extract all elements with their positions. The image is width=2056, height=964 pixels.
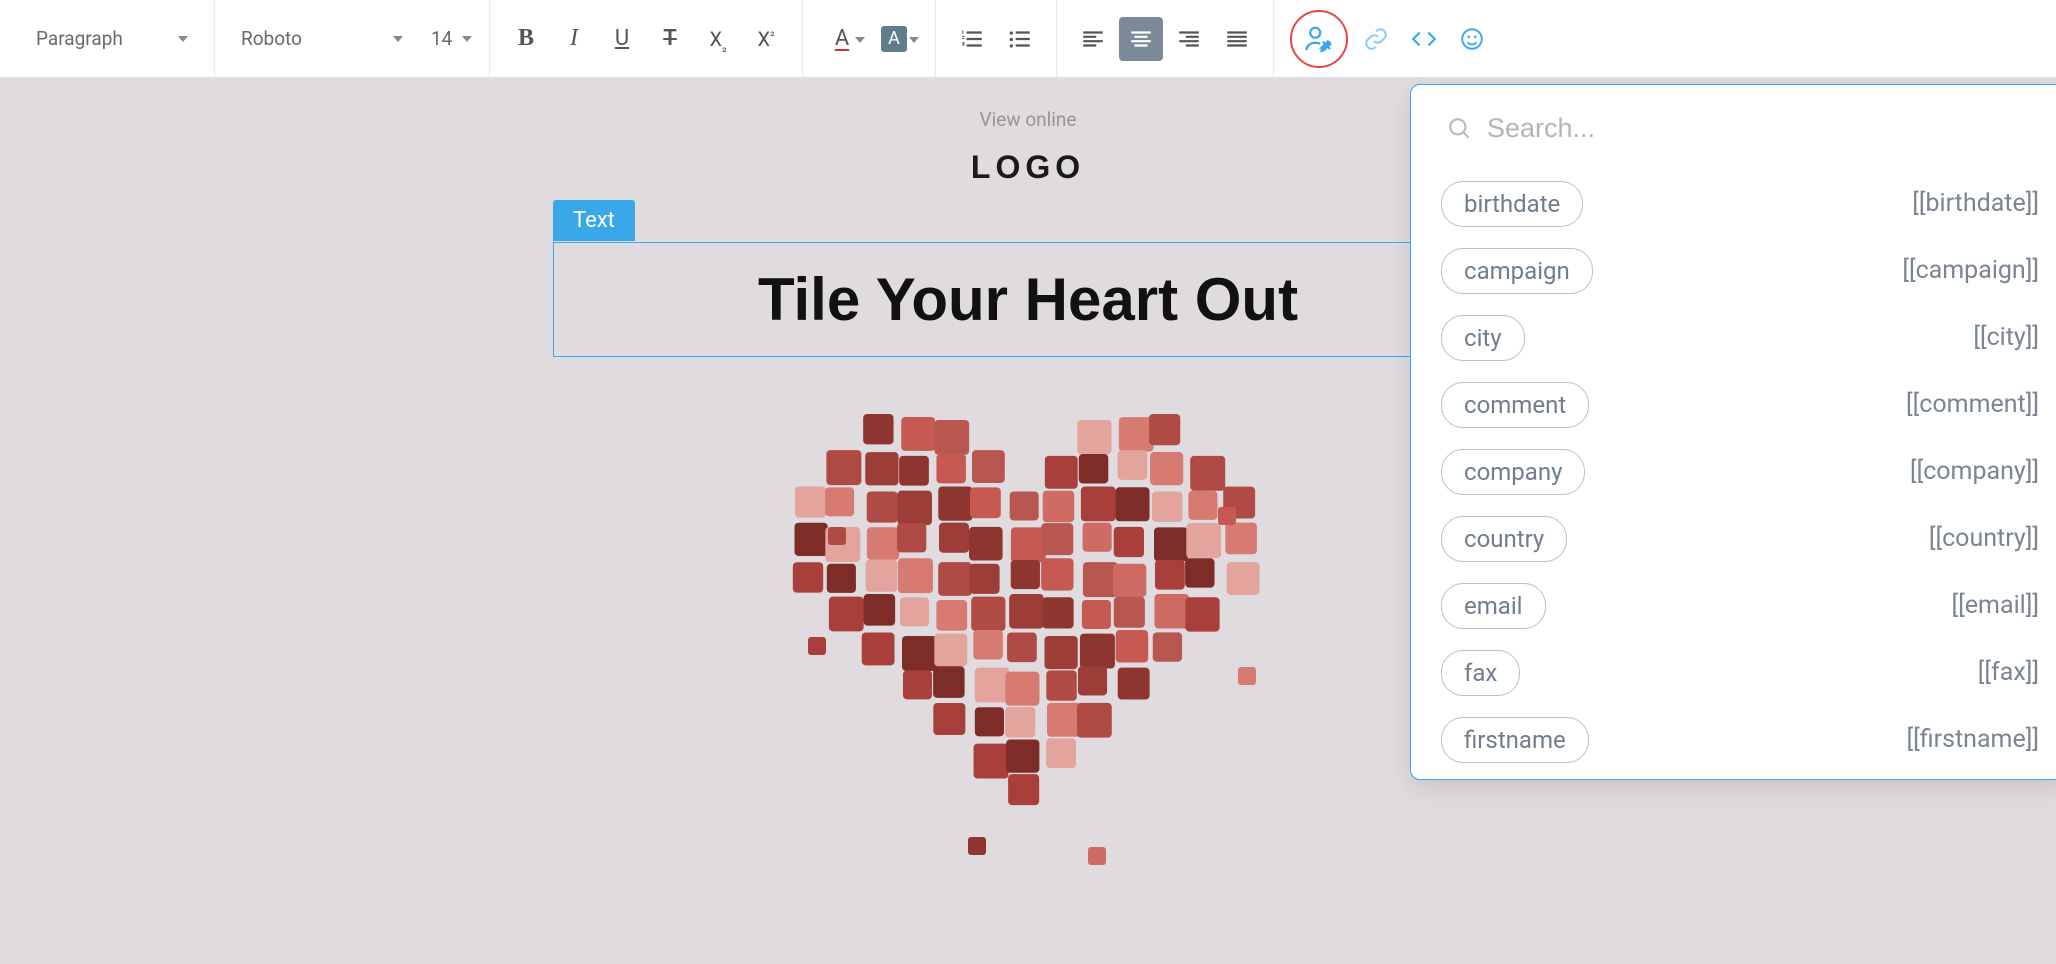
background-color-icon: A bbox=[881, 26, 907, 52]
search-row bbox=[1441, 113, 2039, 144]
font-dropdown[interactable]: Roboto bbox=[227, 17, 417, 61]
strikethrough-button[interactable]: T bbox=[648, 17, 692, 61]
code-button[interactable] bbox=[1402, 17, 1446, 61]
emoji-button[interactable] bbox=[1450, 17, 1494, 61]
attribute-token: [[campaign]] bbox=[1902, 256, 2039, 285]
font-label: Roboto bbox=[241, 27, 302, 50]
text-color-icon: A bbox=[835, 26, 849, 51]
ordered-list-icon bbox=[959, 26, 985, 52]
background-color-button[interactable]: A bbox=[871, 17, 921, 61]
subscript-button[interactable]: X bbox=[696, 17, 740, 61]
attribute-row[interactable]: comment [[comment]] bbox=[1441, 371, 2039, 438]
paragraph-label: Paragraph bbox=[36, 27, 123, 50]
underline-icon: U bbox=[615, 26, 629, 51]
attribute-token: [[country]] bbox=[1929, 524, 2039, 553]
link-button[interactable] bbox=[1354, 17, 1398, 61]
emoji-icon bbox=[1459, 26, 1485, 52]
align-center-icon bbox=[1128, 26, 1154, 52]
attribute-pill[interactable]: company bbox=[1441, 449, 1585, 495]
attribute-row[interactable]: campaign [[campaign]] bbox=[1441, 237, 2039, 304]
personalization-popover: birthdate [[birthdate]] campaign [[campaign… bbox=[1410, 84, 2056, 780]
text-style-group: B I U T X X bbox=[490, 0, 803, 77]
paragraph-dropdown[interactable]: Paragraph bbox=[22, 17, 202, 61]
attribute-row[interactable]: birthdate [[birthdate]] bbox=[1441, 170, 2039, 237]
link-icon bbox=[1363, 26, 1389, 52]
pixel-heart-icon bbox=[768, 407, 1288, 887]
align-justify-button[interactable] bbox=[1215, 17, 1259, 61]
chevron-down-icon bbox=[393, 36, 403, 42]
logo: LOGO bbox=[971, 149, 1085, 186]
attribute-token: [[company]] bbox=[1910, 457, 2039, 486]
italic-icon: I bbox=[570, 25, 578, 52]
text-block[interactable]: Tile Your Heart Out bbox=[553, 242, 1503, 357]
attribute-token: [[comment]] bbox=[1906, 390, 2039, 419]
search-input[interactable] bbox=[1487, 113, 2039, 144]
attribute-token: [[fax]] bbox=[1978, 658, 2039, 687]
font-size-dropdown[interactable]: 14 bbox=[417, 17, 477, 61]
subscript-icon: X bbox=[710, 27, 727, 51]
attribute-token: [[city]] bbox=[1973, 323, 2039, 352]
insert-group bbox=[1274, 0, 1508, 77]
chevron-down-icon bbox=[462, 36, 472, 42]
bold-button[interactable]: B bbox=[504, 17, 548, 61]
align-right-button[interactable] bbox=[1167, 17, 1211, 61]
block-type-tag: Text bbox=[553, 200, 635, 241]
superscript-button[interactable]: X bbox=[744, 17, 788, 61]
attribute-pill[interactable]: email bbox=[1441, 583, 1546, 629]
toolbar: Paragraph Roboto 14 B I U T X X A A bbox=[0, 0, 2056, 78]
chevron-down-icon bbox=[855, 37, 865, 43]
attribute-row[interactable]: company [[company]] bbox=[1441, 438, 2039, 505]
chevron-down-icon bbox=[909, 37, 919, 43]
attribute-token: [[email]] bbox=[1952, 591, 2039, 620]
chevron-down-icon bbox=[178, 36, 188, 42]
attribute-pill[interactable]: firstname bbox=[1441, 717, 1589, 763]
attribute-token: [[firstname]] bbox=[1906, 725, 2039, 754]
text-color-button[interactable]: A bbox=[817, 17, 867, 61]
view-online-link[interactable]: View online bbox=[980, 108, 1077, 131]
attribute-pill[interactable]: country bbox=[1441, 516, 1567, 562]
attribute-row[interactable]: country [[country]] bbox=[1441, 505, 2039, 572]
align-group bbox=[1057, 0, 1274, 77]
attribute-row[interactable]: email [[email]] bbox=[1441, 572, 2039, 639]
align-left-button[interactable] bbox=[1071, 17, 1115, 61]
heart-image bbox=[768, 407, 1288, 887]
paragraph-group: Paragraph bbox=[10, 0, 215, 77]
color-group: A A bbox=[803, 0, 936, 77]
attribute-pill[interactable]: comment bbox=[1441, 382, 1589, 428]
attribute-row[interactable]: fax [[fax]] bbox=[1441, 639, 2039, 706]
person-edit-icon bbox=[1304, 24, 1334, 54]
font-group: Roboto 14 bbox=[215, 0, 490, 77]
code-icon bbox=[1411, 26, 1437, 52]
attribute-list: birthdate [[birthdate]] campaign [[campaign… bbox=[1441, 170, 2039, 773]
attribute-pill[interactable]: fax bbox=[1441, 650, 1520, 696]
align-right-icon bbox=[1176, 26, 1202, 52]
bold-icon: B bbox=[518, 25, 534, 52]
headline: Tile Your Heart Out bbox=[564, 265, 1492, 334]
align-justify-icon bbox=[1224, 26, 1250, 52]
attribute-row[interactable]: city [[city]] bbox=[1441, 304, 2039, 371]
font-size-label: 14 bbox=[431, 27, 452, 50]
attribute-pill[interactable]: campaign bbox=[1441, 248, 1593, 294]
underline-button[interactable]: U bbox=[600, 17, 644, 61]
personalization-button[interactable] bbox=[1290, 10, 1348, 68]
align-left-icon bbox=[1080, 26, 1106, 52]
ordered-list-button[interactable] bbox=[950, 17, 994, 61]
attribute-pill[interactable]: city bbox=[1441, 315, 1525, 361]
unordered-list-icon bbox=[1007, 26, 1033, 52]
attribute-row[interactable]: firstname [[firstname]] bbox=[1441, 706, 2039, 773]
align-center-button[interactable] bbox=[1119, 17, 1163, 61]
search-icon bbox=[1447, 116, 1473, 142]
unordered-list-button[interactable] bbox=[998, 17, 1042, 61]
superscript-icon: X bbox=[758, 27, 775, 51]
list-group bbox=[936, 0, 1057, 77]
text-block-wrap: Text Tile Your Heart Out bbox=[553, 242, 1503, 357]
attribute-pill[interactable]: birthdate bbox=[1441, 181, 1583, 227]
italic-button[interactable]: I bbox=[552, 17, 596, 61]
attribute-token: [[birthdate]] bbox=[1912, 189, 2039, 218]
strikethrough-icon: T bbox=[663, 26, 677, 51]
